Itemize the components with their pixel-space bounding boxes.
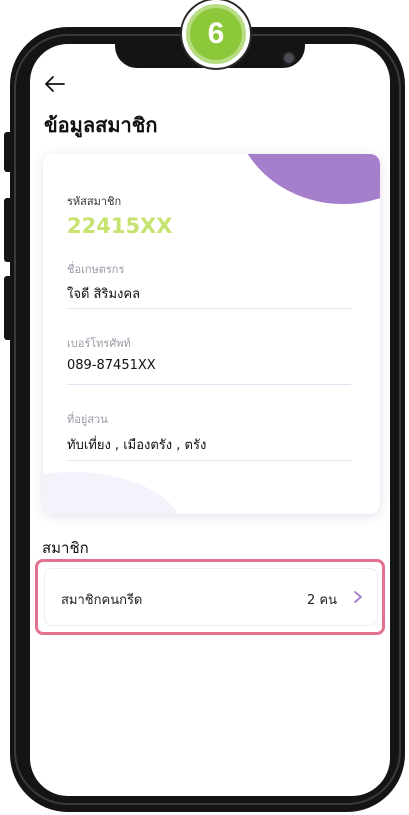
tapper-members-row[interactable]: สมาชิกคนกรีด 2 คน <box>44 568 378 626</box>
members-section-title: สมาชิก <box>42 539 89 557</box>
phone-screen: ข้อมูลสมาชิก รหัสสมาชิก 22415XX ชื่อเกษต… <box>30 44 390 796</box>
chevron-right-icon <box>354 591 362 603</box>
page-title: ข้อมูลสมาชิก <box>44 113 158 137</box>
address-label: ที่อยู่สวน <box>67 413 108 426</box>
member-id-value: 22415XX <box>67 214 173 238</box>
address-underline <box>67 460 351 461</box>
tapper-members-label: สมาชิกคนกรีด <box>61 593 143 608</box>
farmer-name-value: ใจดี สิริมงคล <box>67 287 141 302</box>
phone-value: 089-87451XX <box>67 358 156 373</box>
card-decoration-soft-blob <box>43 472 183 514</box>
camera-icon <box>282 51 296 65</box>
arrow-left-icon[interactable] <box>44 74 66 94</box>
phone-underline <box>67 384 351 385</box>
step-number-badge: 6 <box>182 0 250 68</box>
member-info-card: รหัสสมาชิก 22415XX ชื่อเกษตรกร ใจดี สิริ… <box>43 154 380 514</box>
step-number: 6 <box>190 8 242 60</box>
tapper-members-count: 2 คน <box>307 593 337 608</box>
farmer-name-underline <box>67 308 351 309</box>
farmer-name-label: ชื่อเกษตรกร <box>67 263 125 276</box>
member-id-label: รหัสสมาชิก <box>67 195 122 208</box>
phone-label: เบอร์โทรศัพท์ <box>67 337 131 350</box>
address-value: ทับเที่ยง , เมืองตรัง , ตรัง <box>67 438 207 453</box>
card-decoration-blob <box>233 154 380 204</box>
